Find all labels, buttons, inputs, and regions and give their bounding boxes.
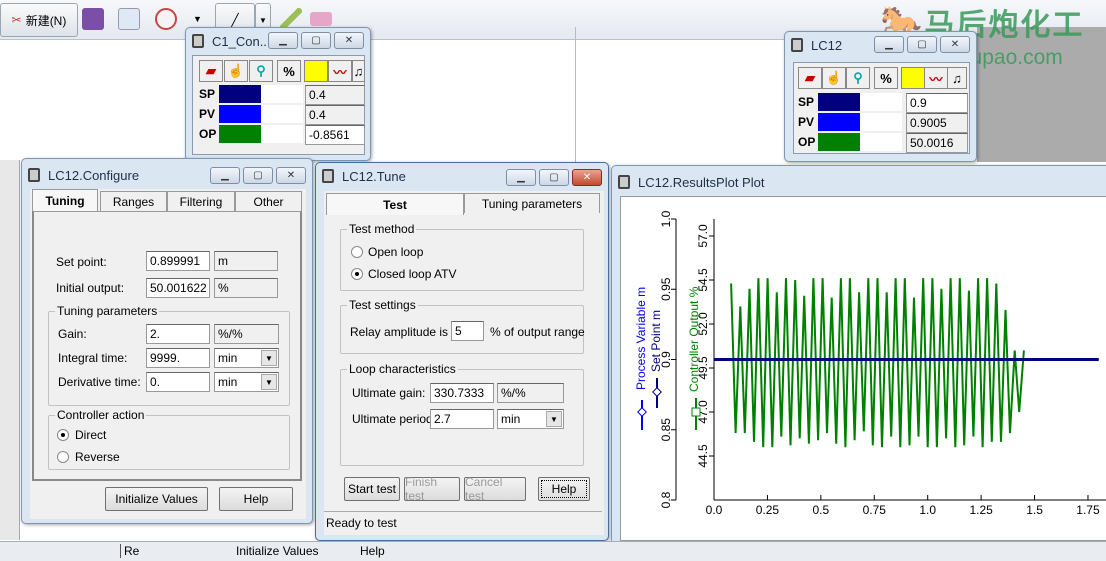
- x-tick-label: 1.0: [919, 503, 936, 517]
- left-y-tick-label: 0.95: [659, 277, 673, 301]
- x-tick-label: 0.25: [756, 503, 780, 517]
- left-y-tick-label: 0.8: [659, 491, 673, 508]
- x-tick-label: 1.75: [1076, 503, 1100, 517]
- results-plot-chart: 0.0 0.25 0.5 0.75 1.0 1.25 1.5 1.750.80.850.90.…: [634, 210, 1106, 517]
- op-axis-label: Controller Output %: [687, 286, 701, 392]
- x-tick-label: 0.5: [813, 503, 830, 517]
- left-y-tick-label: 1.0: [659, 210, 673, 227]
- x-tick-label: 0.0: [706, 503, 723, 517]
- background-label: Re: [120, 544, 139, 558]
- right-y-tick-label: 44.5: [696, 444, 710, 468]
- x-tick-label: 1.25: [969, 503, 993, 517]
- sp-axis-label: Set Point m: [649, 310, 663, 372]
- op-legend-marker: [691, 407, 701, 417]
- background-label: Initialize Values: [236, 544, 319, 558]
- left-y-tick-label: 0.85: [659, 418, 673, 442]
- x-tick-label: 0.75: [863, 503, 887, 517]
- background-label: Help: [360, 544, 385, 558]
- pv-legend-marker: [637, 407, 647, 417]
- background-taskbar: Re Initialize Values Help: [0, 541, 1106, 561]
- x-tick-label: 1.5: [1026, 503, 1043, 517]
- pv-axis-label: Process Variable m: [634, 287, 648, 390]
- right-y-tick-label: 57.0: [696, 224, 710, 248]
- op-series-line: [730, 278, 1025, 448]
- sp-legend-marker: [652, 387, 662, 397]
